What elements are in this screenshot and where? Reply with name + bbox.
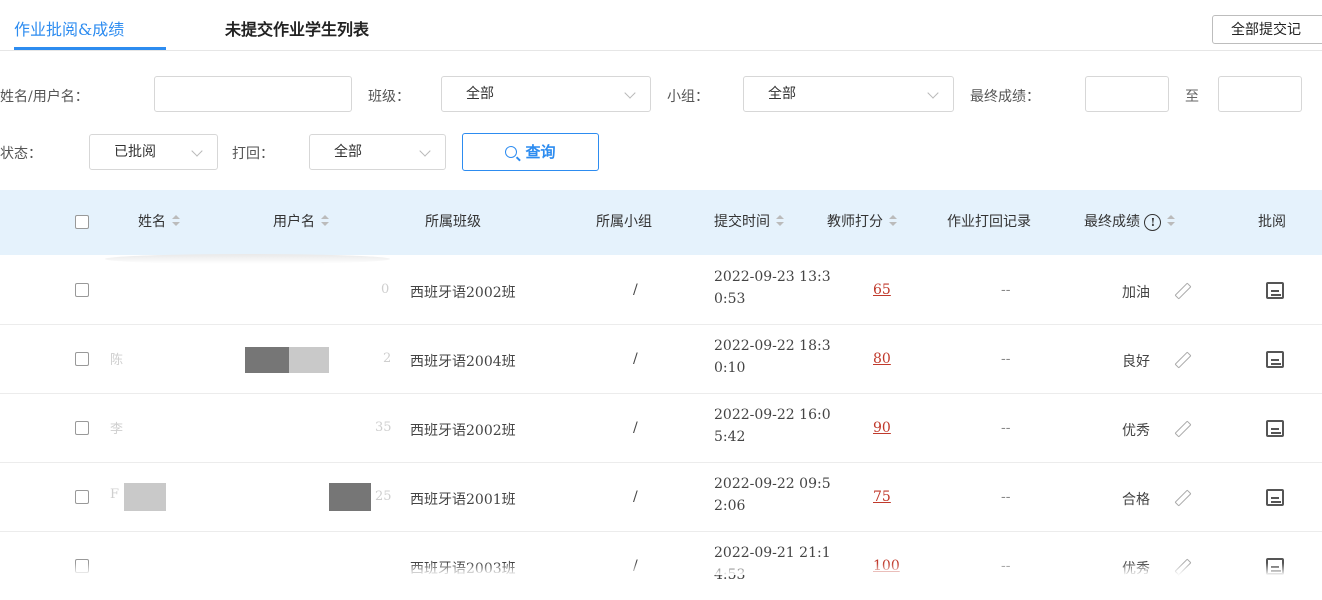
edit-pencil-icon[interactable] [1174,420,1192,438]
table-row: 陈 2 西班牙语2004班 / 2022-09-22 18:30:10 80 -… [0,325,1322,394]
name-cell: 李 [110,422,124,437]
group-cell: / [633,420,638,436]
bottom-fade [0,563,1322,575]
sort-icon[interactable] [889,215,897,227]
return-record-cell: -- [1001,489,1011,505]
class-cell: 西班牙语2001班 [410,492,516,508]
review-icon[interactable] [1266,282,1284,299]
group-cell: / [633,489,638,505]
username-cell: 0 [381,282,390,297]
name-cell: 陈 [110,353,124,368]
tab-bar: 作业批阅&成绩 未提交作业学生列表 全部提交记 [0,0,1322,51]
return-record-cell: -- [1001,351,1011,367]
review-icon[interactable] [1266,489,1284,506]
sort-icon[interactable] [172,215,180,227]
info-icon[interactable]: ! [1144,213,1162,231]
chevron-down-icon [927,87,939,99]
return-record-cell: -- [1001,420,1011,436]
table-row: 0 西班牙语2002班 / 2022-09-23 13:30:53 65 -- … [0,256,1322,325]
chevron-down-icon [624,87,636,99]
final-score-max-input[interactable] [1218,76,1302,112]
teacher-score-link[interactable]: 90 [873,420,891,436]
sort-icon[interactable] [321,215,329,227]
class-cell: 西班牙语2004班 [410,354,516,370]
status-select[interactable]: 已批阅 [89,134,218,170]
chevron-down-icon [419,145,431,157]
row-checkbox[interactable] [75,352,89,366]
table-header: 姓名 用户名 所属班级 所属小组 提交时间 教师打分 作业打回记录 最终成绩 !… [0,190,1322,255]
final-score-min-input[interactable] [1085,76,1169,112]
col-return-record: 作业打回记录 [947,214,1031,230]
class-select[interactable]: 全部 [441,76,651,112]
col-username[interactable]: 用户名 [273,190,329,255]
redacted-block [289,347,329,373]
col-teacher-score[interactable]: 教师打分 [827,190,897,255]
query-button[interactable]: 查询 [462,133,599,171]
col-name[interactable]: 姓名 [138,190,180,255]
redacted-block [245,347,289,373]
group-cell: / [633,282,638,298]
review-icon[interactable] [1266,351,1284,368]
col-final-score[interactable]: 最终成绩 ! [1084,190,1176,255]
chevron-down-icon [191,145,203,157]
redacted-block [124,483,166,511]
row-checkbox[interactable] [75,490,89,504]
col-class: 所属班级 [425,214,481,230]
teacher-score-link[interactable]: 75 [873,489,891,505]
table-row: 李 35 西班牙语2002班 / 2022-09-22 16:05:42 90 … [0,394,1322,463]
sort-icon[interactable] [1167,215,1176,227]
name-filter-input[interactable] [154,76,352,112]
teacher-score-link[interactable]: 80 [873,351,891,367]
group-cell: / [633,351,638,367]
submit-time-cell: 2022-09-22 16:05:42 [714,407,831,445]
username-cell: 2 [383,351,392,366]
submit-time-cell: 2022-09-22 18:30:10 [714,338,831,376]
edit-pencil-icon[interactable] [1174,489,1192,507]
select-all-checkbox[interactable] [75,215,89,229]
class-cell: 西班牙语2002班 [410,423,516,439]
submit-all-button[interactable]: 全部提交记 [1212,15,1322,44]
range-separator: 至 [1185,89,1199,105]
active-tab-indicator [14,47,166,50]
class-cell: 西班牙语2002班 [410,285,516,301]
group-select-value: 全部 [768,86,796,102]
review-icon[interactable] [1266,420,1284,437]
tab-homework-review[interactable]: 作业批阅&成绩 [14,16,124,40]
edit-pencil-icon[interactable] [1174,282,1192,300]
status-filter-label: 状态： [0,146,42,162]
final-score-cell: 加油 [1122,285,1150,301]
username-cell: 25 [375,489,392,504]
username-cell: 35 [375,420,392,435]
redacted-block [329,483,371,511]
name-cell: F [110,487,120,502]
row-checkbox[interactable] [75,421,89,435]
class-select-value: 全部 [466,86,494,102]
row-checkbox[interactable] [75,283,89,297]
search-icon [505,146,518,158]
col-review: 批阅 [1258,214,1286,230]
col-submit-time[interactable]: 提交时间 [714,190,784,255]
submit-time-cell: 2022-09-22 09:52:06 [714,476,831,514]
query-button-label: 查询 [525,143,556,161]
name-filter-label: 姓名/用户名： [0,89,89,105]
tab-unsubmitted-students[interactable]: 未提交作业学生列表 [225,16,369,40]
sort-icon[interactable] [776,215,784,227]
return-select-value: 全部 [334,144,362,160]
table-row: F 25 西班牙语2001班 / 2022-09-22 09:52:06 75 … [0,463,1322,532]
group-filter-label: 小组： [667,89,709,105]
final-score-cell: 优秀 [1122,423,1150,439]
class-filter-label: 班级： [368,89,410,105]
return-record-cell: -- [1001,282,1011,298]
final-score-filter-label: 最终成绩： [970,89,1040,105]
submit-time-cell: 2022-09-23 13:30:53 [714,269,831,307]
status-select-value: 已批阅 [114,144,156,160]
col-group: 所属小组 [596,214,652,230]
final-score-cell: 合格 [1122,492,1150,508]
teacher-score-link[interactable]: 65 [873,282,891,298]
return-select[interactable]: 全部 [309,134,446,170]
edit-pencil-icon[interactable] [1174,351,1192,369]
final-score-cell: 良好 [1122,354,1150,370]
return-filter-label: 打回： [232,146,274,162]
group-select[interactable]: 全部 [743,76,954,112]
